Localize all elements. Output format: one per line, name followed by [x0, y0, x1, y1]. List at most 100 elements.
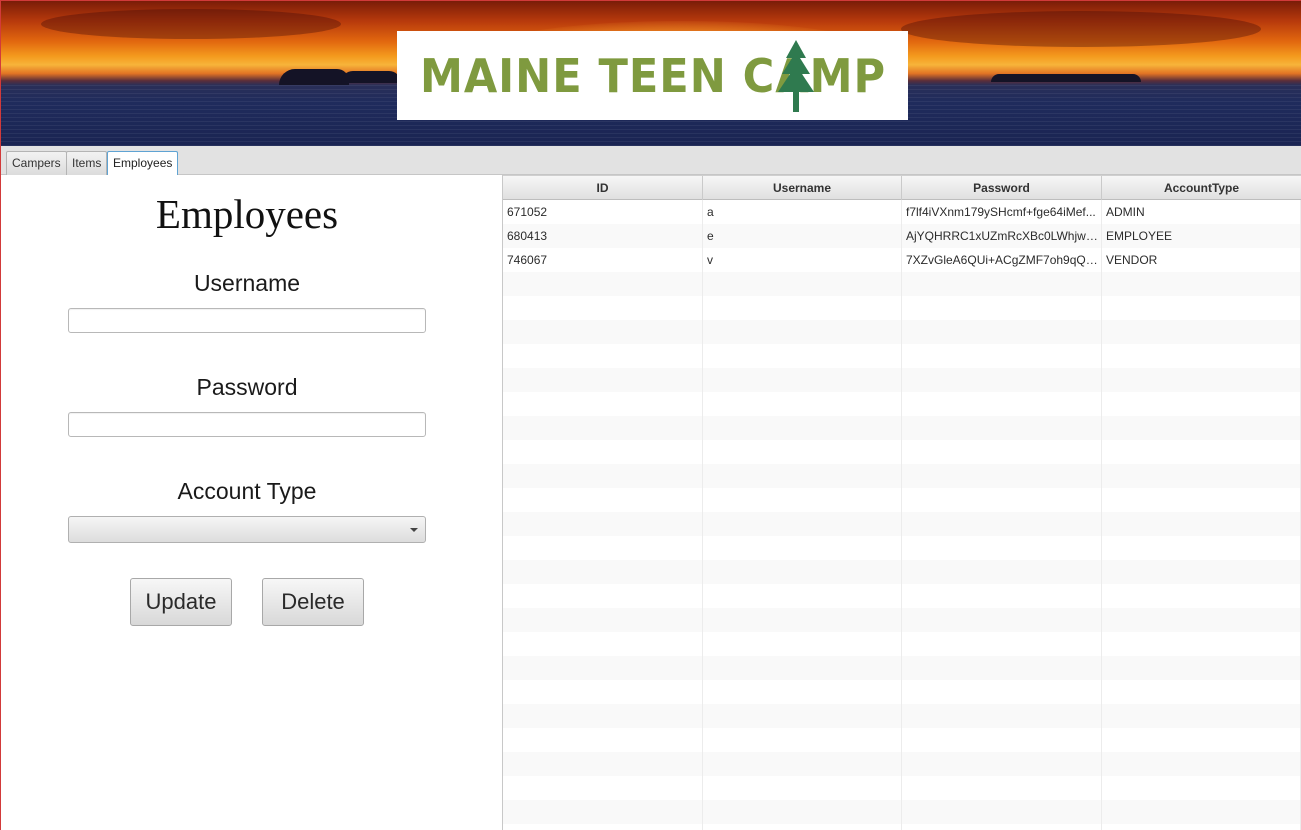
chevron-down-icon [410, 528, 418, 532]
username-input[interactable] [68, 308, 426, 333]
employee-form: Employees Username Password Account Type… [1, 175, 503, 830]
table-cell [503, 800, 703, 824]
table-row[interactable] [503, 608, 1301, 632]
table-cell [1102, 608, 1301, 632]
table-row[interactable] [503, 464, 1301, 488]
table-row[interactable] [503, 800, 1301, 824]
table-cell [703, 392, 902, 416]
table-cell [1102, 824, 1301, 830]
table-row[interactable] [503, 368, 1301, 392]
table-cell: AjYQHRRC1xUZmRcXBc0LWhjwo... [902, 224, 1102, 248]
table-row[interactable]: 746067 v 7XZvGleA6QUi+ACgZMF7oh9qQL... VEND… [503, 248, 1301, 272]
table-cell [703, 776, 902, 800]
table-cell [902, 440, 1102, 464]
table-cell [703, 560, 902, 584]
table-cell [902, 488, 1102, 512]
table-cell [503, 416, 703, 440]
table-cell [902, 680, 1102, 704]
cloud [901, 11, 1261, 47]
update-button[interactable]: Update [130, 578, 232, 626]
account-type-select[interactable] [68, 516, 426, 543]
table-header: ID Username Password AccountType [503, 175, 1301, 200]
password-label: Password [196, 374, 298, 400]
table-cell: 7XZvGleA6QUi+ACgZMF7oh9qQL... [902, 248, 1102, 272]
table-row[interactable] [503, 656, 1301, 680]
table-cell [703, 608, 902, 632]
table-cell [1102, 416, 1301, 440]
table-row[interactable] [503, 416, 1301, 440]
table-row[interactable] [503, 392, 1301, 416]
table-row[interactable] [503, 344, 1301, 368]
table-cell: VENDOR [1102, 248, 1301, 272]
table-cell [902, 272, 1102, 296]
table-row[interactable] [503, 632, 1301, 656]
password-input[interactable] [68, 412, 426, 437]
tab-items[interactable]: Items [66, 151, 108, 175]
logo-image: MAINE TEEN CAMP [420, 39, 885, 112]
table-cell [1102, 752, 1301, 776]
table-cell [503, 776, 703, 800]
table-cell [1102, 728, 1301, 752]
table-row[interactable] [503, 512, 1301, 536]
column-header-username[interactable]: Username [703, 176, 902, 200]
table-cell [503, 344, 703, 368]
table-row[interactable] [503, 536, 1301, 560]
table-cell [703, 440, 902, 464]
column-header-id[interactable]: ID [503, 176, 703, 200]
table-cell [503, 512, 703, 536]
table-cell [703, 536, 902, 560]
table-row[interactable] [503, 752, 1301, 776]
table-cell [1102, 272, 1301, 296]
table-cell [703, 488, 902, 512]
table-cell [703, 632, 902, 656]
table-cell [902, 344, 1102, 368]
table-cell: e [703, 224, 902, 248]
table-row[interactable] [503, 824, 1301, 830]
table-cell [503, 440, 703, 464]
table-cell [703, 320, 902, 344]
table-cell [703, 344, 902, 368]
table-row[interactable] [503, 680, 1301, 704]
column-header-accounttype[interactable]: AccountType [1102, 176, 1301, 200]
table-row[interactable] [503, 704, 1301, 728]
table-cell: 680413 [503, 224, 703, 248]
table-cell [902, 776, 1102, 800]
table-row[interactable] [503, 584, 1301, 608]
table-cell [503, 296, 703, 320]
table-cell [902, 416, 1102, 440]
table-row[interactable]: 680413 e AjYQHRRC1xUZmRcXBc0LWhjwo... EMPLO… [503, 224, 1301, 248]
delete-button[interactable]: Delete [262, 578, 364, 626]
table-row[interactable] [503, 776, 1301, 800]
tab-campers[interactable]: Campers [6, 151, 67, 175]
table-row[interactable] [503, 488, 1301, 512]
table-cell: 746067 [503, 248, 703, 272]
page-title: Employees [155, 191, 339, 237]
table-cell [1102, 560, 1301, 584]
table-cell [1102, 392, 1301, 416]
table-row[interactable] [503, 296, 1301, 320]
table-cell [703, 680, 902, 704]
column-header-password[interactable]: Password [902, 176, 1102, 200]
table-cell [1102, 536, 1301, 560]
tab-employees[interactable]: Employees [107, 151, 179, 176]
table-cell [1102, 440, 1301, 464]
table-cell [902, 536, 1102, 560]
island [991, 74, 1141, 82]
table-cell: f7lf4iVXnm179ySHcmf+fge64iMef... [902, 200, 1102, 224]
table-cell [902, 656, 1102, 680]
table-cell [503, 656, 703, 680]
username-label: Username [193, 270, 301, 296]
table-row[interactable] [503, 728, 1301, 752]
table-cell [703, 464, 902, 488]
table-cell: EMPLOYEE [1102, 224, 1301, 248]
table-row[interactable] [503, 560, 1301, 584]
employees-table[interactable]: ID Username Password AccountType 671052 a… [503, 175, 1301, 830]
table-cell [902, 392, 1102, 416]
table-row[interactable]: 671052 a f7lf4iVXnm179ySHcmf+fge64iMef... A… [503, 200, 1301, 224]
table-cell [503, 728, 703, 752]
table-cell [503, 536, 703, 560]
table-row[interactable] [503, 320, 1301, 344]
table-row[interactable] [503, 272, 1301, 296]
table-row[interactable] [503, 440, 1301, 464]
table-cell [503, 392, 703, 416]
